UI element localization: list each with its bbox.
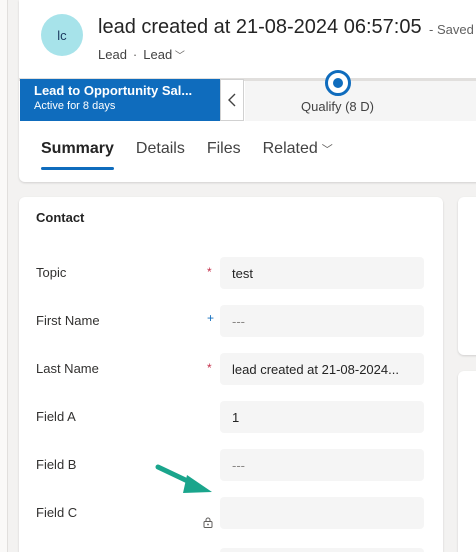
- field-label: Last Name: [36, 361, 99, 376]
- field-first-name: First Name + ---: [19, 305, 443, 347]
- tab-related-label: Related: [262, 140, 318, 157]
- section-title: Contact: [36, 210, 85, 225]
- contact-section: Contact Topic * test First Name + --- La…: [19, 197, 443, 552]
- field-label: Field C: [36, 505, 78, 520]
- record-header: lc lead created at 21-08-2024 06:57:05 -…: [19, 0, 476, 182]
- topic-input[interactable]: test: [220, 257, 424, 289]
- recommended-indicator: +: [207, 311, 215, 325]
- avatar: lc: [41, 14, 83, 56]
- tab-summary[interactable]: Summary: [41, 140, 114, 170]
- save-status: - Saved: [429, 22, 474, 37]
- next-field-input[interactable]: [220, 548, 424, 552]
- tab-details[interactable]: Details: [136, 140, 185, 170]
- chevron-down-icon: ﹀: [321, 144, 333, 156]
- stage-active-indicator[interactable]: [325, 70, 351, 96]
- chevron-left-icon: [228, 93, 236, 107]
- tab-files-label: Files: [206, 140, 241, 157]
- process-flyout-button[interactable]: Lead to Opportunity Sal... Active for 8 …: [20, 79, 220, 121]
- form-selector[interactable]: Lead ﹀: [143, 47, 185, 62]
- field-label: First Name: [36, 313, 100, 328]
- field-label: Field B: [36, 457, 77, 472]
- side-panel-card: [458, 371, 476, 552]
- tab-list: Summary Details Files Related ﹀: [41, 140, 333, 170]
- first-name-input[interactable]: ---: [220, 305, 424, 337]
- required-indicator: *: [207, 361, 212, 375]
- stage-qualify[interactable]: Qualify (8 D): [301, 99, 374, 114]
- arrow-icon: [155, 464, 212, 493]
- separator-dot: ·: [132, 47, 138, 62]
- last-name-input[interactable]: lead created at 21-08-2024...: [220, 353, 424, 385]
- process-name: Lead to Opportunity Sal...: [34, 83, 193, 98]
- stage-duration: (8 D): [345, 99, 374, 114]
- field-b-input[interactable]: ---: [220, 449, 424, 481]
- left-rail: [0, 0, 8, 552]
- side-panel-card: [458, 197, 476, 355]
- field-b: Field B ---: [19, 449, 443, 491]
- field-a: Field A 1: [19, 401, 443, 443]
- field-c-input: [220, 497, 424, 529]
- field-c: Field C: [19, 497, 443, 539]
- field-last-name: Last Name * lead created at 21-08-2024..…: [19, 353, 443, 395]
- entity-name: Lead: [98, 47, 127, 62]
- field-label: Field A: [36, 409, 76, 424]
- required-indicator: *: [207, 265, 212, 279]
- collapse-process-button[interactable]: [220, 79, 244, 121]
- stage-name: Qualify: [301, 99, 342, 114]
- lock-icon: [203, 515, 213, 533]
- form-selector-label: Lead: [143, 47, 173, 62]
- field-a-input[interactable]: 1: [220, 401, 424, 433]
- tab-details-label: Details: [135, 140, 185, 157]
- field-topic: Topic * test: [19, 257, 443, 299]
- tab-files[interactable]: Files: [207, 140, 241, 170]
- record-subtitle: Lead · Lead ﹀: [98, 47, 185, 62]
- tab-related[interactable]: Related ﹀: [263, 140, 333, 170]
- field-label: Topic: [36, 265, 67, 280]
- chevron-down-icon: ﹀: [174, 51, 185, 62]
- process-status: Active for 8 days: [34, 100, 116, 112]
- tab-summary-label: Summary: [41, 140, 114, 157]
- record-title: lead created at 21-08-2024 06:57:05: [98, 16, 422, 38]
